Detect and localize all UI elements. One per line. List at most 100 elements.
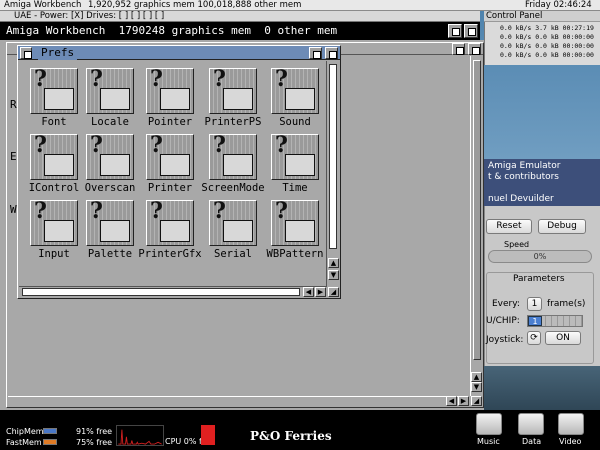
prefs-icon-printer[interactable]: ? Printer bbox=[142, 134, 198, 198]
host-app-title[interactable]: Amiga Workbench bbox=[4, 0, 81, 10]
printer-icon[interactable]: ? bbox=[146, 134, 194, 180]
wb-horizontal-scrollbar[interactable] bbox=[8, 396, 468, 406]
prefs-icon-time[interactable]: ? Time bbox=[267, 134, 323, 198]
prefs-scroll-up-arrow[interactable]: ▲ bbox=[328, 258, 339, 268]
prefs-icon-printergfx[interactable]: ? PrinterGfx bbox=[138, 200, 202, 264]
wb-scroll-left-arrow[interactable]: ◀ bbox=[446, 396, 457, 406]
prefs-icon-locale[interactable]: ? Locale bbox=[82, 68, 138, 132]
prefs-scroll-down-arrow[interactable]: ▼ bbox=[328, 270, 339, 280]
control-panel-row: 0.0 kB/s 0.0 kB 00:00:00 bbox=[500, 33, 594, 41]
parameters-label: Parameters bbox=[513, 274, 565, 284]
background-letter: E bbox=[10, 150, 17, 163]
wb-scroll-right-arrow[interactable]: ▶ bbox=[458, 396, 469, 406]
prefs-icon-screenmode[interactable]: ? ScreenMode bbox=[201, 134, 265, 198]
time-icon[interactable]: ? bbox=[271, 134, 319, 180]
screen-depth-gadget[interactable] bbox=[448, 24, 462, 38]
overscan-icon[interactable]: ? bbox=[86, 134, 134, 180]
question-mark-icon: ? bbox=[213, 134, 226, 158]
joystick-label: Joystick: bbox=[486, 335, 524, 345]
reset-button[interactable]: Reset bbox=[486, 219, 532, 234]
every-value-field[interactable]: 1 bbox=[527, 297, 542, 311]
prefs-icon-font[interactable]: ? Font bbox=[26, 68, 82, 132]
prefs-icon-input[interactable]: ? Input bbox=[26, 200, 82, 264]
dock-item-data[interactable]: Data bbox=[522, 437, 541, 447]
prefs-icon-serial[interactable]: ? Serial bbox=[205, 200, 261, 264]
wbpattern-icon[interactable]: ? bbox=[271, 200, 319, 246]
screenmode-icon[interactable]: ? bbox=[209, 134, 257, 180]
data-icon[interactable] bbox=[518, 413, 544, 435]
control-panel-row: 0.0 kB/s 0.0 kB 00:00:00 bbox=[500, 42, 594, 50]
icon-picture bbox=[100, 220, 130, 242]
joystick-on-button[interactable]: ON bbox=[545, 331, 581, 345]
cpu-indicator bbox=[201, 425, 215, 445]
dock-item-music[interactable]: Music bbox=[477, 437, 500, 447]
video-icon[interactable] bbox=[558, 413, 584, 435]
prefs-icon-pointer[interactable]: ? Pointer bbox=[142, 68, 198, 132]
cpu-chip-slider-thumb[interactable]: 1 bbox=[528, 316, 542, 326]
prefs-zoom-gadget[interactable] bbox=[309, 47, 322, 59]
prefs-icon-label: Palette bbox=[87, 248, 133, 260]
locale-icon[interactable]: ? bbox=[86, 68, 134, 114]
prefs-size-gadget[interactable]: ◢ bbox=[328, 287, 339, 297]
speed-label: Speed bbox=[504, 240, 530, 249]
printergfx-icon[interactable]: ? bbox=[146, 200, 194, 246]
question-mark-icon: ? bbox=[275, 200, 288, 224]
background-letter: R bbox=[10, 98, 17, 111]
host-memory-status: 1,920,952 graphics mem 100,018,888 other… bbox=[88, 0, 302, 10]
question-mark-icon: ? bbox=[150, 134, 163, 158]
debug-button[interactable]: Debug bbox=[538, 219, 586, 234]
prefs-vertical-scroll-knob[interactable] bbox=[329, 64, 337, 249]
every-label: Every: bbox=[492, 299, 520, 309]
control-panel-title[interactable]: Control Panel bbox=[484, 11, 600, 22]
icon-picture bbox=[100, 154, 130, 176]
input-icon[interactable]: ? bbox=[30, 200, 78, 246]
icon-picture bbox=[160, 154, 190, 176]
fastmem-bar bbox=[43, 439, 57, 445]
emulator-info-line: Amiga Emulator bbox=[488, 161, 561, 171]
prefs-icon-wbpattern[interactable]: ? WBPattern bbox=[267, 200, 323, 264]
screen-front-gadget[interactable] bbox=[464, 24, 478, 38]
prefs-icon-printerps[interactable]: ? PrinterPS bbox=[205, 68, 261, 132]
ferries-logo: P&O Ferries bbox=[250, 429, 332, 443]
sound-icon[interactable]: ? bbox=[271, 68, 319, 114]
wb-zoom-gadget[interactable] bbox=[452, 43, 465, 55]
fastmem-label: FastMem bbox=[6, 438, 42, 447]
palette-icon[interactable]: ? bbox=[86, 200, 134, 246]
pointer-icon[interactable]: ? bbox=[146, 68, 194, 114]
prefs-icon-label: Overscan bbox=[84, 182, 136, 194]
emulator-info-strip: Amiga Emulator t & contributors nuel Dev… bbox=[484, 159, 600, 206]
font-icon[interactable]: ? bbox=[30, 68, 78, 114]
prefs-depth-gadget[interactable] bbox=[325, 47, 338, 59]
wb-scroll-up-arrow[interactable]: ▲ bbox=[471, 372, 482, 382]
amiga-screen-title: Amiga Workbench 1790248 graphics mem 0 o… bbox=[0, 22, 480, 40]
prefs-close-gadget[interactable] bbox=[20, 47, 32, 59]
icon-picture bbox=[100, 88, 130, 110]
wb-size-gadget[interactable]: ◢ bbox=[471, 396, 482, 406]
icontrol-icon[interactable]: ? bbox=[30, 134, 78, 180]
icon-picture bbox=[160, 88, 190, 110]
prefs-scroll-left-arrow[interactable]: ◀ bbox=[303, 287, 314, 297]
music-icon[interactable] bbox=[476, 413, 502, 435]
emulator-info-line: nuel Devuilder bbox=[488, 194, 554, 204]
question-mark-icon: ? bbox=[90, 200, 103, 224]
prefs-icon-palette[interactable]: ? Palette bbox=[82, 200, 138, 264]
dock-item-video[interactable]: Video bbox=[559, 437, 581, 447]
question-mark-icon: ? bbox=[213, 68, 226, 92]
prefs-scroll-right-arrow[interactable]: ▶ bbox=[315, 287, 326, 297]
prefs-icon-overscan[interactable]: ? Overscan bbox=[82, 134, 138, 198]
cpu-chip-label: U/CHIP: bbox=[486, 316, 520, 326]
wb-vertical-scroll-knob[interactable] bbox=[473, 60, 481, 360]
question-mark-icon: ? bbox=[90, 134, 103, 158]
prefs-icon-sound[interactable]: ? Sound bbox=[267, 68, 323, 132]
prefs-icon-icontrol[interactable]: ? IControl bbox=[26, 134, 82, 198]
question-mark-icon: ? bbox=[275, 134, 288, 158]
prefs-icon-label: Pointer bbox=[147, 116, 193, 128]
chipmem-free: 91% free bbox=[76, 427, 113, 436]
prefs-horizontal-scroll-knob[interactable] bbox=[22, 288, 300, 296]
wb-scroll-down-arrow[interactable]: ▼ bbox=[471, 382, 482, 392]
joystick-cycle-icon[interactable]: ⟳ bbox=[527, 331, 541, 345]
printerps-icon[interactable]: ? bbox=[209, 68, 257, 114]
serial-icon[interactable]: ? bbox=[209, 200, 257, 246]
chipmem-bar bbox=[43, 428, 57, 434]
wb-depth-gadget[interactable] bbox=[468, 43, 481, 55]
